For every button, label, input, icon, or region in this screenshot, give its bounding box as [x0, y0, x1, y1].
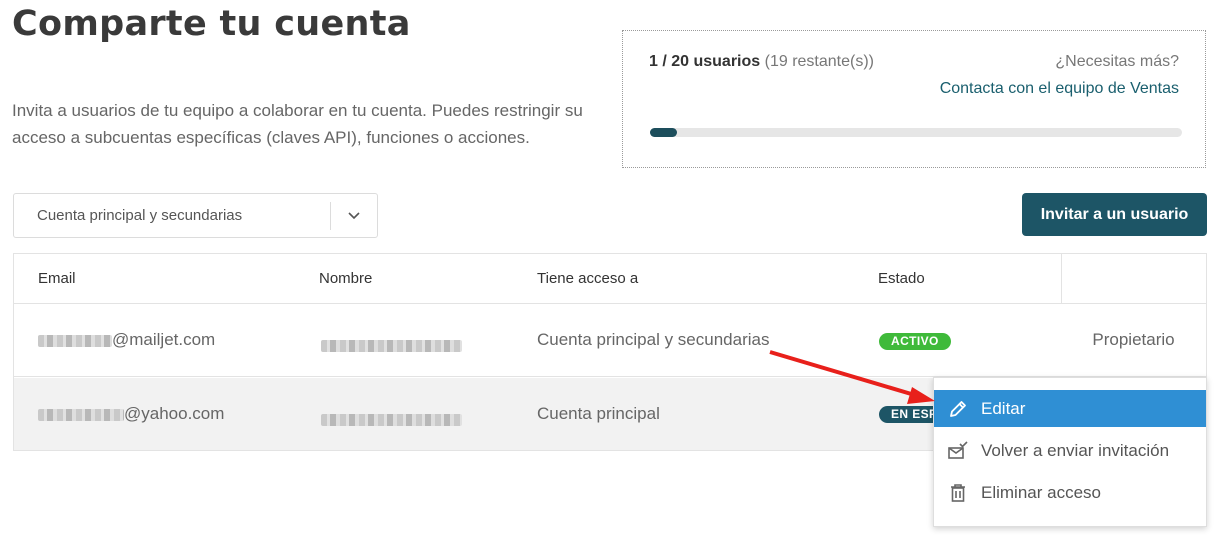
menu-item-label: Editar [981, 399, 1026, 418]
column-header-status: Estado [878, 270, 925, 287]
trash-icon [951, 484, 965, 502]
email-cell: @mailjet.com [38, 330, 215, 350]
menu-item-label: Volver a enviar invitación [981, 441, 1170, 460]
access-cell: Cuenta principal y secundarias [537, 330, 770, 349]
pencil-icon [950, 401, 966, 417]
name-cell [321, 335, 462, 355]
column-header-name: Nombre [319, 270, 373, 287]
intro-line-1: Invita a usuarios de tu equipo a colabor… [12, 101, 583, 120]
row-actions-menu: Editar Volver a enviar invitación Elimin… [933, 377, 1207, 527]
table-header: Email Nombre Tiene acceso a Estado [14, 254, 1206, 304]
menu-item-remove-access[interactable]: Eliminar acceso [934, 474, 1206, 511]
redacted-text [321, 413, 462, 426]
redacted-text [38, 408, 124, 421]
page-intro: Invita a usuarios de tu equipo a colabor… [12, 97, 612, 151]
account-filter-value: Cuenta principal y secundarias [37, 207, 243, 224]
page-title: Comparte tu cuenta [12, 4, 411, 44]
access-cell: Cuenta principal [537, 404, 660, 423]
redacted-text [321, 339, 462, 352]
quota-progress-fill [650, 128, 677, 137]
user-quota-panel: 1 / 20 usuarios (19 restante(s)) ¿Necesi… [622, 30, 1206, 168]
chevron-down-icon[interactable] [344, 205, 364, 225]
email-cell: @yahoo.com [38, 404, 224, 424]
contact-sales-link[interactable]: Contacta con el equipo de Ventas [940, 80, 1179, 98]
quota-progress-bar [650, 128, 1182, 137]
email-domain: @mailjet.com [112, 330, 216, 349]
account-filter-select[interactable]: Cuenta principal y secundarias [13, 193, 378, 238]
invite-user-button[interactable]: Invitar a un usuario [1022, 193, 1207, 236]
email-domain: @yahoo.com [124, 404, 225, 423]
envelope-check-icon [948, 441, 968, 459]
select-divider [330, 202, 331, 230]
status-badge: ACTIVO [879, 333, 951, 350]
table-row[interactable]: @mailjet.com Cuenta principal y secundar… [14, 304, 1206, 377]
column-header-email: Email [38, 270, 76, 287]
user-count: 1 / 20 usuarios [649, 53, 761, 70]
menu-item-resend-invitation[interactable]: Volver a enviar invitación [934, 432, 1206, 469]
role-label: Propietario [1092, 330, 1175, 349]
redacted-text [38, 334, 112, 347]
menu-item-edit[interactable]: Editar [934, 390, 1206, 427]
menu-item-label: Eliminar acceso [981, 483, 1101, 502]
remaining-count: (19 restante(s)) [764, 53, 874, 70]
intro-line-2: acceso a subcuentas específicas (claves … [12, 128, 530, 147]
column-header-access: Tiene acceso a [537, 270, 639, 287]
name-cell [321, 409, 462, 429]
need-more-text: ¿Necesitas más? [1055, 53, 1179, 70]
user-quota-count: 1 / 20 usuarios (19 restante(s)) [649, 53, 874, 71]
